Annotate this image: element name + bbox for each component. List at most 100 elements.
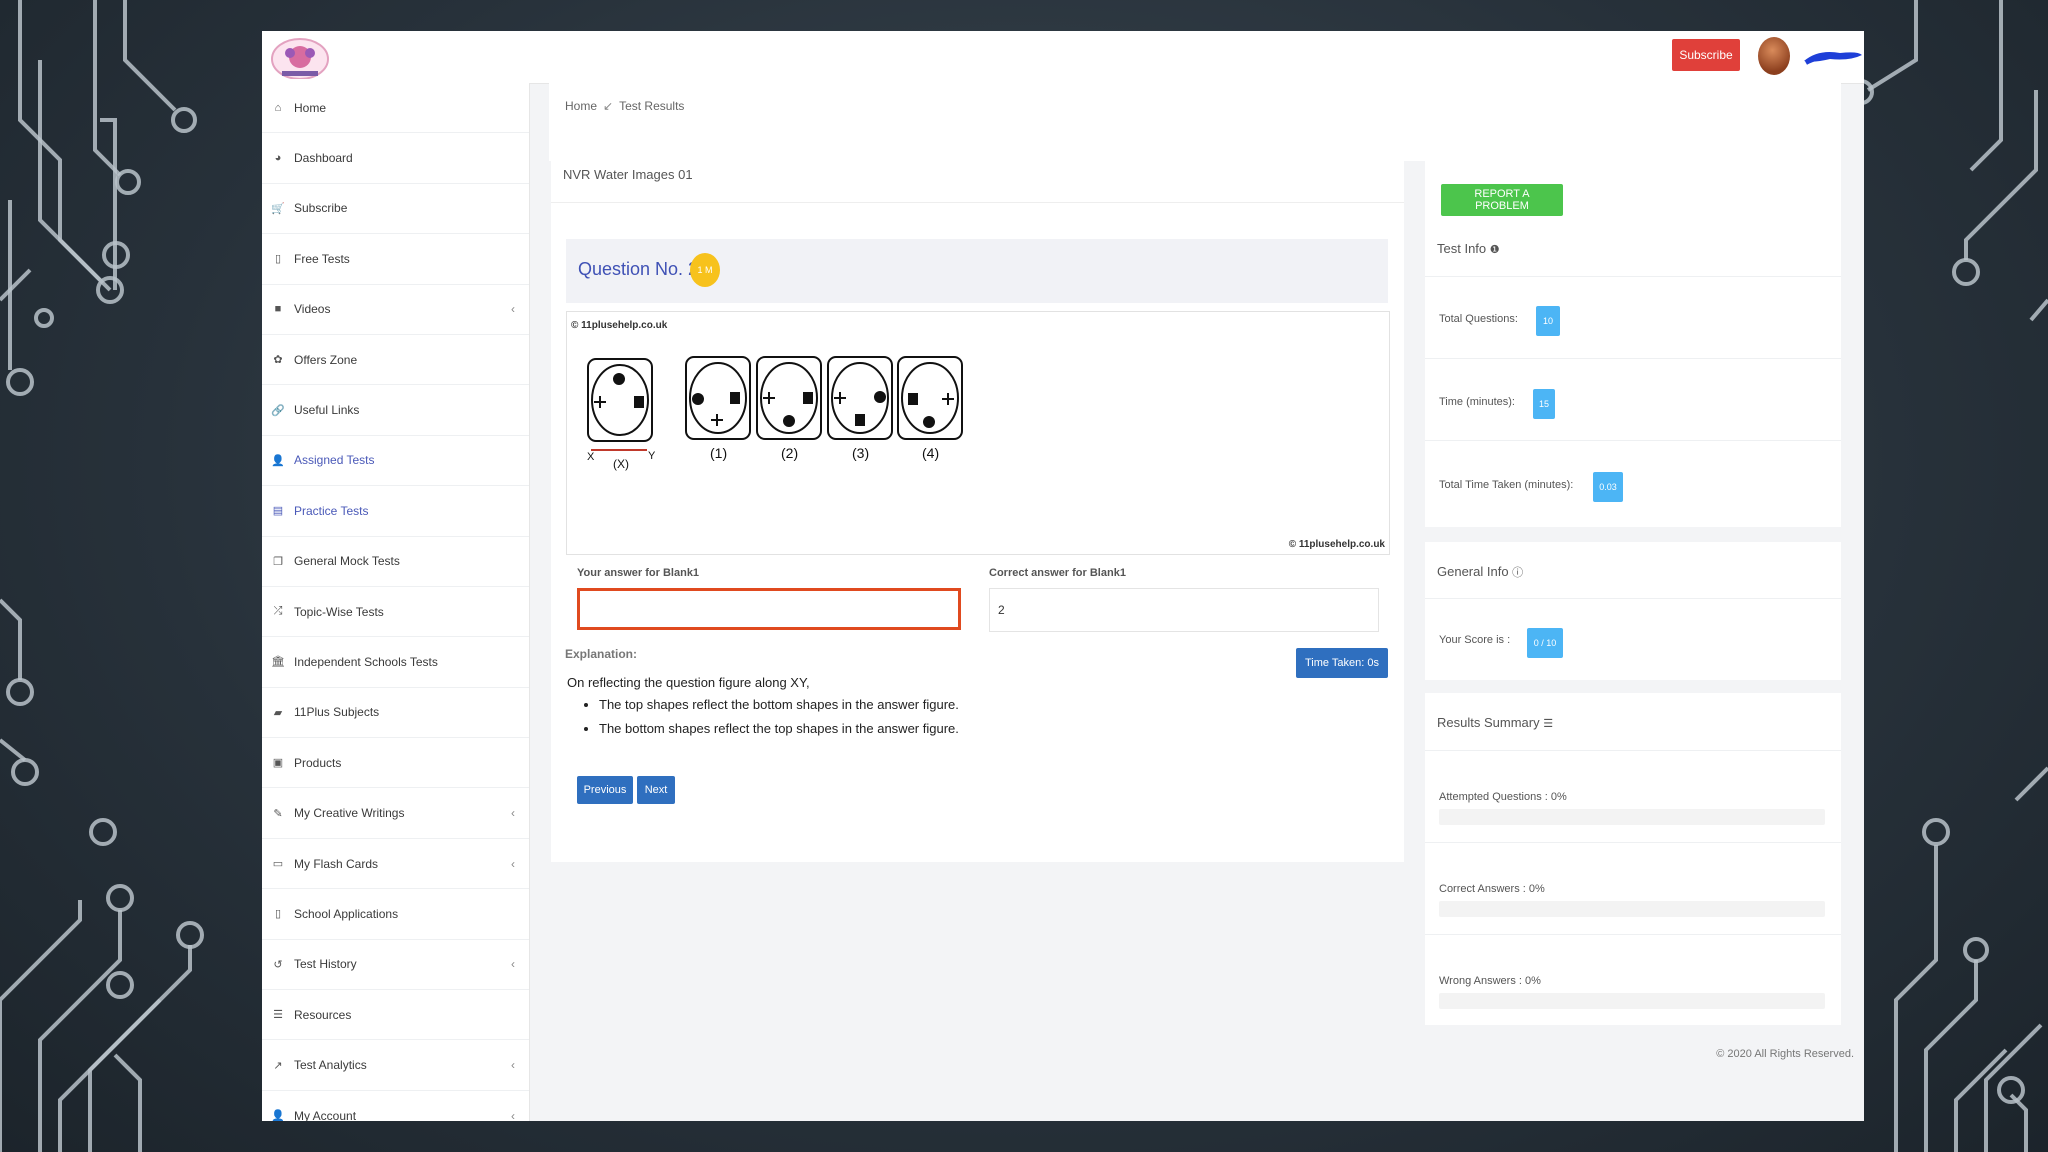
sidebar-item-assigned-tests[interactable]: 👤 Assigned Tests xyxy=(262,436,529,487)
sidebar-item-my-flash-cards[interactable]: ▭ My Flash Cards ‹ xyxy=(262,839,529,890)
chevron-left-icon[interactable]: ‹ xyxy=(511,857,515,871)
gift-icon: ✿ xyxy=(273,354,283,367)
sidebar-item-general-mock-tests[interactable]: ❐ General Mock Tests xyxy=(262,537,529,587)
circuit-decoration-left xyxy=(0,0,204,1152)
chevron-left-icon[interactable]: ‹ xyxy=(511,957,515,971)
sidebar-item-label: Practice Tests xyxy=(294,503,369,518)
sidebar-item-independent-schools-tests[interactable]: 🏛 Independent Schools Tests xyxy=(262,637,529,688)
sidebar-item-label: Free Tests xyxy=(294,251,350,266)
sidebar-item-my-account[interactable]: 👤 My Account ‹ xyxy=(262,1091,529,1122)
option-label-2: (2) xyxy=(781,445,798,461)
sidebar-item-label: Topic-Wise Tests xyxy=(294,604,384,619)
chevron-left-icon[interactable]: ‹ xyxy=(511,806,515,820)
sidebar-item-home[interactable]: ⌂ Home xyxy=(262,83,529,134)
sidebar-nav: ⌂ Home ◕ Dashboard 🛒 Subscribe ▯ Free Tests ■ Vid… xyxy=(262,83,530,1121)
sidebar-item-my-creative-writings[interactable]: ✎ My Creative Writings ‹ xyxy=(262,788,529,839)
sidebar-item-resources[interactable]: ☰ Resources xyxy=(262,990,529,1041)
chevron-left-icon[interactable]: ‹ xyxy=(511,1109,515,1122)
info-icon[interactable]: ❶ xyxy=(1490,244,1500,256)
sidebar-item-products[interactable]: ▣ Products xyxy=(262,738,529,789)
total-questions-label: Total Questions: xyxy=(1439,313,1518,325)
next-button[interactable]: Next xyxy=(637,776,675,804)
sidebar-item-test-history[interactable]: ↺ Test History ‹ xyxy=(262,940,529,991)
results-summary-title: Results Summary ☰ xyxy=(1437,715,1554,730)
question-figure: X Y (X) (1) (2) (3) (4) © 11plusehelp.co… xyxy=(566,311,1390,555)
chevron-left-icon[interactable]: ‹ xyxy=(511,1058,515,1072)
sidebar-item-label: Products xyxy=(294,755,342,770)
sidebar-item-practice-tests[interactable]: ▤ Practice Tests xyxy=(262,486,529,537)
sidebar-item-free-tests[interactable]: ▯ Free Tests xyxy=(262,234,529,285)
test-info-card: REPORT A PROBLEM Test Info ❶ Total Quest… xyxy=(1425,161,1841,527)
bank-icon: 🏛 xyxy=(271,656,285,669)
time-badge: 15 xyxy=(1533,389,1555,419)
your-answer-input[interactable] xyxy=(577,588,961,630)
question-header: Question No. 2 1 M xyxy=(566,239,1388,303)
cart-icon: 🛒 xyxy=(271,202,285,215)
sidebar-item-label: Videos xyxy=(294,302,331,317)
report-problem-button[interactable]: REPORT A PROBLEM xyxy=(1441,184,1563,216)
sidebar-item-school-applications[interactable]: ▯ School Applications xyxy=(262,889,529,940)
bag-icon: ▣ xyxy=(272,757,284,770)
info-icon[interactable]: ⓘ xyxy=(1512,567,1523,579)
sidebar-item-label: My Account xyxy=(294,1108,357,1122)
dashboard-icon: ◕ xyxy=(274,152,282,165)
correct-answers-label: Correct Answers : 0% xyxy=(1439,883,1545,895)
explanation-point: The top shapes reflect the bottom shapes… xyxy=(599,693,959,717)
test-info-title: Test Info ❶ xyxy=(1437,241,1500,256)
sidebar-item-videos[interactable]: ■ Videos ‹ xyxy=(262,285,529,335)
general-info-card: General Info ⓘ Your Score is : 0 / 10 xyxy=(1425,542,1841,680)
score-row: Your Score is : 0 / 10 xyxy=(1425,598,1841,679)
attempted-progress-bar xyxy=(1439,809,1825,825)
pencil-icon: ✎ xyxy=(273,807,283,820)
explanation-point: The bottom shapes reflect the top shapes… xyxy=(599,717,959,741)
sidebar-item-label: Home xyxy=(294,100,327,115)
sidebar-item-label: 11Plus Subjects xyxy=(294,705,380,720)
test-title: NVR Water Images 01 xyxy=(563,167,693,182)
figure-y-label: Y xyxy=(648,450,656,462)
sidebar-item-topic-wise-tests[interactable]: ⤮ Topic-Wise Tests xyxy=(262,587,529,638)
breadcrumb-current: Test Results xyxy=(619,99,685,113)
wrong-progress-bar xyxy=(1439,993,1825,1009)
document-icon: ▤ xyxy=(272,505,284,518)
history-icon: ↺ xyxy=(273,958,283,971)
wrong-row: Wrong Answers : 0% xyxy=(1425,934,1841,1025)
figure-x-label: X xyxy=(587,451,595,463)
redaction-scribble xyxy=(1804,52,1862,65)
footer-copyright: © 2020 All Rights Reserved. xyxy=(1716,1048,1854,1060)
sidebar-item-label: Independent Schools Tests xyxy=(294,654,438,669)
top-bar: Subscribe xyxy=(262,31,1864,84)
sidebar-item-label: School Applications xyxy=(294,906,399,921)
nvr-figure-image: X Y (X) (1) (2) (3) (4) xyxy=(587,356,963,471)
chevron-left-icon[interactable]: ‹ xyxy=(511,302,515,316)
site-logo[interactable] xyxy=(268,35,332,79)
user-plus-icon: 👤 xyxy=(271,454,285,467)
question-title: Question No. 2 xyxy=(578,259,699,279)
score-badge: 0 / 10 xyxy=(1527,628,1563,658)
sidebar-item-label: Assigned Tests xyxy=(294,453,375,468)
video-icon: ■ xyxy=(274,303,282,316)
explanation-label: Explanation: xyxy=(565,647,638,661)
correct-row: Correct Answers : 0% xyxy=(1425,842,1841,935)
user-icon: 👤 xyxy=(271,1110,285,1121)
results-summary-card: Results Summary ☰ Attempted Questions : … xyxy=(1425,693,1841,1025)
total-time-taken-row: Total Time Taken (minutes): 0.03 xyxy=(1425,440,1841,523)
sidebar-item-useful-links[interactable]: 🔗 Useful Links xyxy=(262,385,529,436)
app-window: Subscribe ⌂ Home ◕ Dashboard 🛒 Subscribe ▯ Free… xyxy=(262,31,1864,1121)
sidebar-item-label: My Creative Writings xyxy=(294,806,405,821)
sidebar-item-test-analytics[interactable]: ↗ Test Analytics ‹ xyxy=(262,1040,529,1091)
subscribe-button[interactable]: Subscribe xyxy=(1672,39,1740,71)
sidebar-item-label: Test Analytics xyxy=(294,1058,367,1073)
total-questions-row: Total Questions: 10 xyxy=(1425,276,1841,359)
general-info-title: General Info ⓘ xyxy=(1437,564,1524,579)
breadcrumb-separator-icon: ↙ xyxy=(603,99,614,113)
previous-button[interactable]: Previous xyxy=(577,776,633,804)
explanation-list: The top shapes reflect the bottom shapes… xyxy=(581,693,959,741)
sidebar-item-label: Dashboard xyxy=(294,151,353,166)
avatar[interactable] xyxy=(1758,37,1790,75)
sidebar-item-subscribe[interactable]: 🛒 Subscribe xyxy=(262,184,529,235)
sidebar-item-11plus-subjects[interactable]: ▰ 11Plus Subjects xyxy=(262,688,529,739)
breadcrumb-home-link[interactable]: Home xyxy=(565,99,597,113)
time-taken-button[interactable]: Time Taken: 0s xyxy=(1296,648,1388,678)
sidebar-item-dashboard[interactable]: ◕ Dashboard xyxy=(262,133,529,184)
sidebar-item-offers-zone[interactable]: ✿ Offers Zone xyxy=(262,335,529,386)
